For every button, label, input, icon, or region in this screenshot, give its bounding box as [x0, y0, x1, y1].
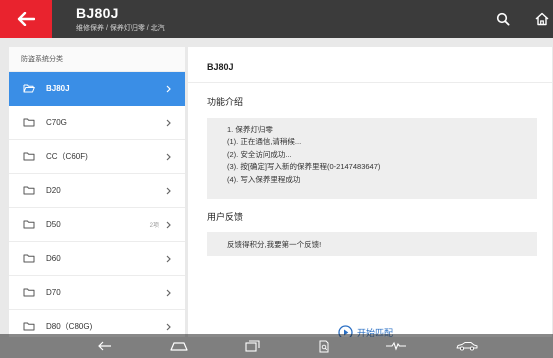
intro-line: (4). 写入保养里程成功 — [227, 174, 301, 184]
list-item-label: D80（C80G) — [46, 322, 93, 331]
doc-search-button[interactable] — [316, 338, 332, 354]
folder-icon — [23, 152, 35, 161]
category-list-heading: 防盗系统分类 — [9, 47, 185, 72]
intro-line: (3). 按[确定]写入新的保养里程(0-2147483647) — [227, 162, 381, 172]
intro-line: 1. 保养灯归零 — [227, 125, 273, 134]
system-navbar — [0, 334, 553, 358]
nav-home-button[interactable] — [169, 338, 189, 354]
pulse-icon — [386, 341, 406, 351]
list-item-label: CC（C60F) — [46, 152, 88, 161]
chevron-right-icon — [166, 153, 171, 161]
list-item-d50[interactable]: D50 2项 — [9, 208, 185, 242]
list-item-d70[interactable]: D70 — [9, 276, 185, 310]
page-title: BJ80J — [76, 5, 119, 21]
back-arrow-icon — [17, 12, 35, 26]
pulse-button[interactable] — [385, 338, 407, 354]
nav-recents-icon — [244, 340, 260, 352]
list-item-cc-c60f[interactable]: CC（C60F) — [9, 140, 185, 174]
list-item-label: BJ80J — [46, 84, 70, 93]
list-item-label: D20 — [46, 186, 61, 195]
chevron-right-icon — [166, 119, 171, 127]
divider — [188, 82, 552, 83]
folder-icon — [23, 288, 35, 297]
home-icon — [535, 12, 549, 26]
chevron-right-icon — [166, 221, 171, 229]
doc-search-icon — [319, 340, 329, 352]
model-name: BJ80J — [207, 62, 234, 72]
app-header: BJ80J 维修保养 / 保养灯归零 / 北汽 — [0, 0, 553, 38]
feedback-heading: 用户反馈 — [207, 212, 244, 222]
chevron-right-icon — [166, 85, 171, 93]
folder-icon — [23, 220, 35, 229]
folder-icon — [23, 186, 35, 195]
feedback-box[interactable]: 反馈得积分,我要第一个反馈! — [207, 232, 537, 256]
list-item-d80-c80g[interactable]: D80（C80G) — [9, 310, 185, 337]
list-item-label: D50 — [46, 220, 61, 229]
nav-home-icon — [170, 342, 188, 351]
nav-back-button[interactable] — [96, 338, 114, 354]
list-item-c70g[interactable]: C70G — [9, 106, 185, 140]
nav-back-icon — [98, 341, 111, 351]
intro-line: (2). 安全访问成功... — [227, 149, 292, 159]
list-item-label: D60 — [46, 254, 61, 263]
folder-open-icon — [23, 84, 35, 93]
list-item-d20[interactable]: D20 — [9, 174, 185, 208]
feedback-text: 反馈得积分,我要第一个反馈! — [227, 239, 322, 249]
chevron-right-icon — [166, 187, 171, 195]
folder-icon — [23, 322, 35, 331]
list-item-label: C70G — [46, 118, 67, 127]
detail-panel: BJ80J 功能介绍 1. 保养灯归零 (1). 正在通信,请稍候... (2)… — [188, 47, 552, 337]
chevron-right-icon — [166, 323, 171, 331]
breadcrumb: 维修保养 / 保养灯归零 / 北汽 — [76, 25, 165, 32]
search-button[interactable] — [491, 0, 515, 38]
folder-icon — [23, 118, 35, 127]
folder-icon — [23, 254, 35, 263]
list-item-bj80j[interactable]: BJ80J — [9, 72, 185, 106]
car-button[interactable] — [455, 338, 479, 354]
intro-line: (1). 正在通信,请稍候... — [227, 137, 302, 147]
list-item-label: D70 — [46, 288, 61, 297]
home-button[interactable] — [530, 0, 553, 38]
intro-heading: 功能介绍 — [207, 97, 244, 107]
nav-recents-button[interactable] — [243, 338, 261, 354]
item-count-badge: 2项 — [149, 223, 159, 229]
back-button[interactable] — [0, 0, 52, 38]
search-icon — [496, 12, 510, 26]
chevron-right-icon — [166, 255, 171, 263]
chevron-right-icon — [166, 289, 171, 297]
category-list-panel: 防盗系统分类 BJ80J C70G CC（C60F) D20 D50 2项 D6… — [9, 47, 185, 337]
intro-box: 1. 保养灯归零 (1). 正在通信,请稍候... (2). 安全访问成功...… — [207, 118, 537, 199]
car-icon — [456, 342, 478, 351]
list-item-d60[interactable]: D60 — [9, 242, 185, 276]
